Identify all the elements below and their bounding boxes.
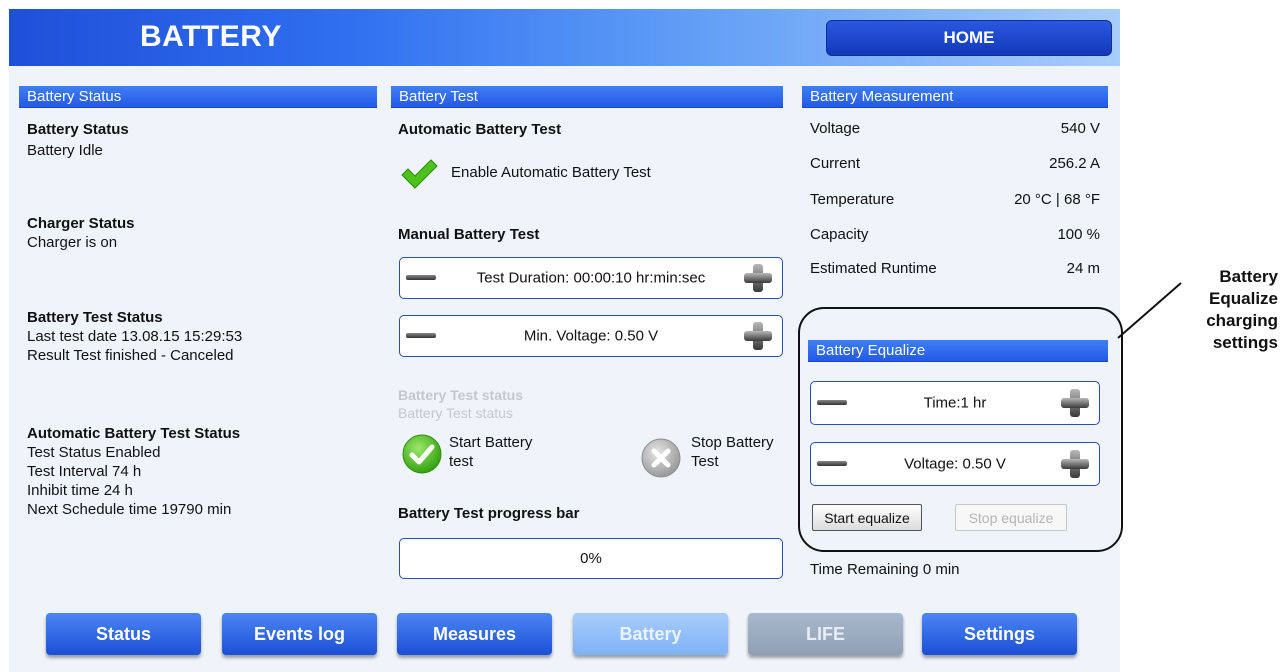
auto-test-inhibit: Inhibit time 24 h (27, 482, 133, 499)
callout-pointer-line (1117, 282, 1182, 339)
progress-value: 0% (580, 550, 602, 567)
measurement-value: 24 m (1066, 260, 1100, 277)
min-voltage-label: Min. Voltage: 0.50 V (523, 327, 659, 345)
nav-life-button[interactable]: LIFE (748, 613, 903, 655)
test-progress-bar: 0% (399, 538, 783, 579)
battery-status-panel-title: Battery Status (19, 86, 377, 108)
battery-status-heading: Battery Status (27, 121, 129, 138)
min-voltage-control[interactable]: Min. Voltage: 0.50 V (399, 315, 783, 357)
callout-line: Equalize (1209, 289, 1278, 308)
auto-test-status-heading: Automatic Battery Test Status (27, 425, 241, 442)
measurement-row-capacity: Capacity 100 % (810, 226, 1100, 243)
start-battery-test-line1[interactable]: Start Battery (449, 434, 532, 451)
charger-status-value: Charger is on (27, 234, 118, 251)
measurement-label: Temperature (810, 191, 895, 208)
test-duration-label: Test Duration: 00:00:10 hr:min:sec (476, 269, 706, 287)
checkmark-icon[interactable] (400, 158, 438, 190)
nav-events-log-button[interactable]: Events log (222, 613, 377, 655)
test-duration-control[interactable]: Test Duration: 00:00:10 hr:min:sec (399, 257, 783, 299)
battery-status-value: Battery Idle (27, 142, 103, 159)
measurement-row-temperature: Temperature 20 °C | 68 °F (810, 191, 1100, 208)
nav-status-button[interactable]: Status (46, 613, 201, 655)
enable-auto-test-label[interactable]: Enable Automatic Battery Test (451, 164, 651, 181)
test-status-value: Battery Test status (398, 405, 513, 421)
measurement-value: 20 °C | 68 °F (1014, 191, 1100, 208)
stop-x-icon[interactable] (641, 438, 681, 478)
measurement-value: 100 % (1057, 226, 1100, 243)
measurement-value: 540 V (1060, 120, 1100, 137)
auto-test-enabled: Test Status Enabled (27, 444, 161, 461)
time-remaining: Time Remaining 0 min (810, 561, 960, 578)
measurement-label: Capacity (810, 226, 869, 243)
battery-test-panel-title: Battery Test (391, 86, 783, 108)
measurement-label: Voltage (810, 120, 861, 137)
battery-measurement-panel-title: Battery Measurement (802, 86, 1108, 108)
measurement-label: Estimated Runtime (810, 260, 937, 277)
measurement-row-voltage: Voltage 540 V (810, 120, 1100, 137)
nav-settings-button[interactable]: Settings (922, 613, 1077, 655)
plus-icon[interactable] (744, 264, 772, 292)
measurement-label: Current (810, 155, 861, 172)
auto-battery-test-heading: Automatic Battery Test (398, 121, 562, 138)
callout-label: Battery Equalize charging settings (1180, 266, 1278, 354)
measurement-row-current: Current 256.2 A (810, 155, 1100, 172)
minus-icon[interactable] (406, 275, 436, 280)
callout-line: charging (1206, 311, 1278, 330)
plus-icon[interactable] (744, 322, 772, 350)
callout-line: settings (1212, 333, 1278, 352)
start-battery-test-line2[interactable]: test (449, 453, 473, 470)
callout-line: Battery (1219, 267, 1278, 286)
battery-test-status-heading: Battery Test Status (27, 309, 163, 326)
page-title: BATTERY (140, 20, 282, 53)
nav-battery-button[interactable]: Battery (573, 613, 728, 655)
stop-battery-test-line2[interactable]: Test (691, 453, 719, 470)
auto-test-next-schedule: Next Schedule time 19790 min (27, 501, 232, 518)
stop-battery-test-line1[interactable]: Stop Battery (691, 434, 774, 451)
home-button[interactable]: HOME (826, 20, 1112, 56)
auto-test-interval: Test Interval 74 h (27, 463, 142, 480)
progress-heading: Battery Test progress bar (398, 505, 580, 522)
measurement-value: 256.2 A (1049, 155, 1100, 172)
measurement-row-runtime: Estimated Runtime 24 m (810, 260, 1100, 277)
charger-status-heading: Charger Status (27, 215, 135, 232)
manual-battery-test-heading: Manual Battery Test (398, 226, 540, 243)
nav-measures-button[interactable]: Measures (397, 613, 552, 655)
test-result: Result Test finished - Canceled (27, 347, 234, 364)
start-check-icon[interactable] (402, 434, 442, 474)
equalize-callout-outline (798, 307, 1123, 552)
last-test-date: Last test date 13.08.15 15:29:53 (27, 328, 243, 345)
test-status-title: Battery Test status (398, 387, 524, 403)
